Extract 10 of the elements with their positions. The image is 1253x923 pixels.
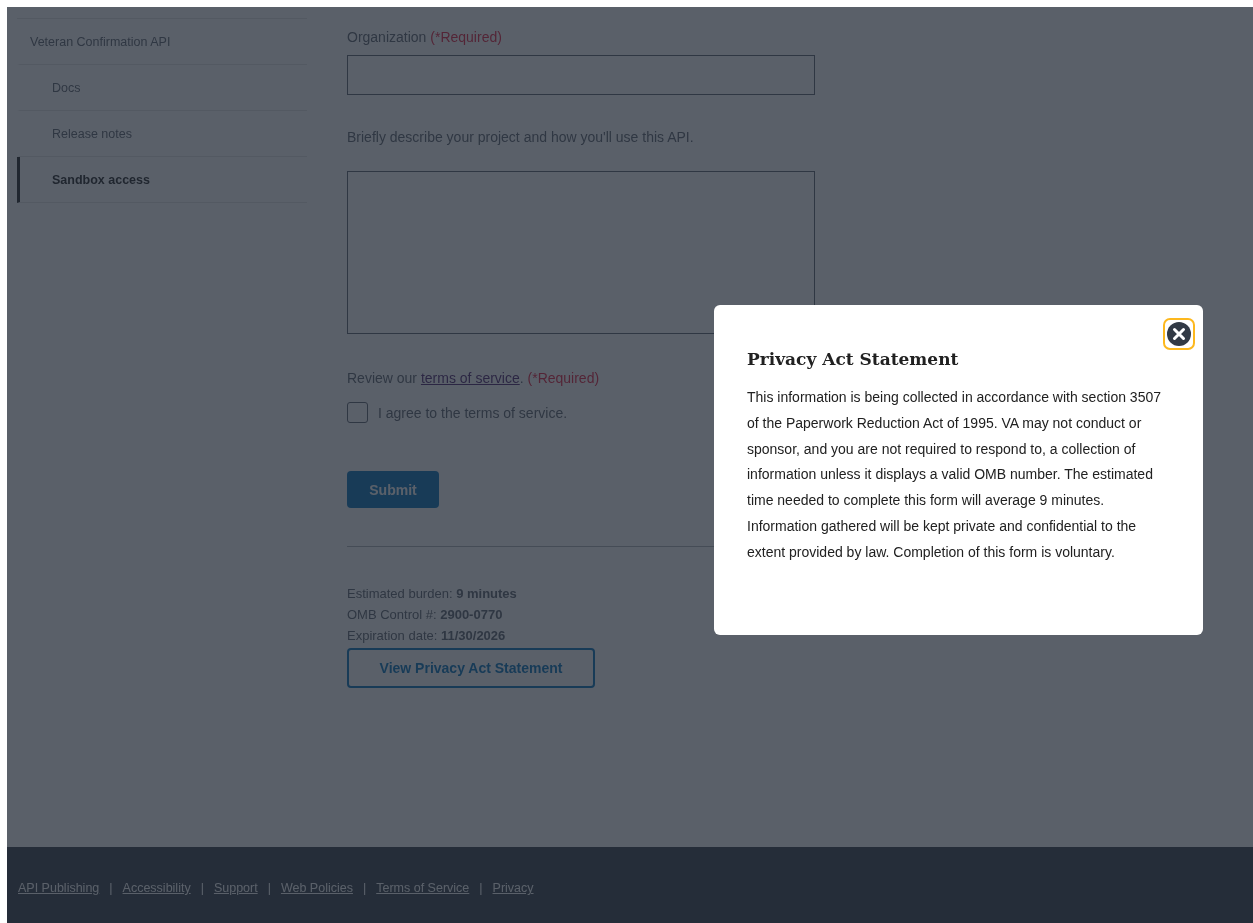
separator: | — [200, 881, 204, 895]
close-button[interactable] — [1163, 318, 1195, 350]
dialog-text: This information is being collected in accordance with section 3507 of the Paperwork Reduction Act of 1995. VA may not conduct or sponsor, and you are not required to respond to, a collection of information unless it displays a valid OMB number. The estimated time needed to complete this form will average 9 minutes. Information gathered will be kept private and confidential to the extent provided by law. Completion of this form is voluntary. — [747, 388, 1162, 562]
dialog-title: Privacy Act Statement — [747, 349, 960, 369]
separator: | — [479, 881, 483, 895]
separator: | — [267, 881, 271, 895]
terms-link[interactable]: terms of service — [420, 370, 520, 386]
separator: | — [109, 881, 113, 895]
close-icon — [1167, 322, 1191, 346]
separator: | — [362, 881, 367, 895]
